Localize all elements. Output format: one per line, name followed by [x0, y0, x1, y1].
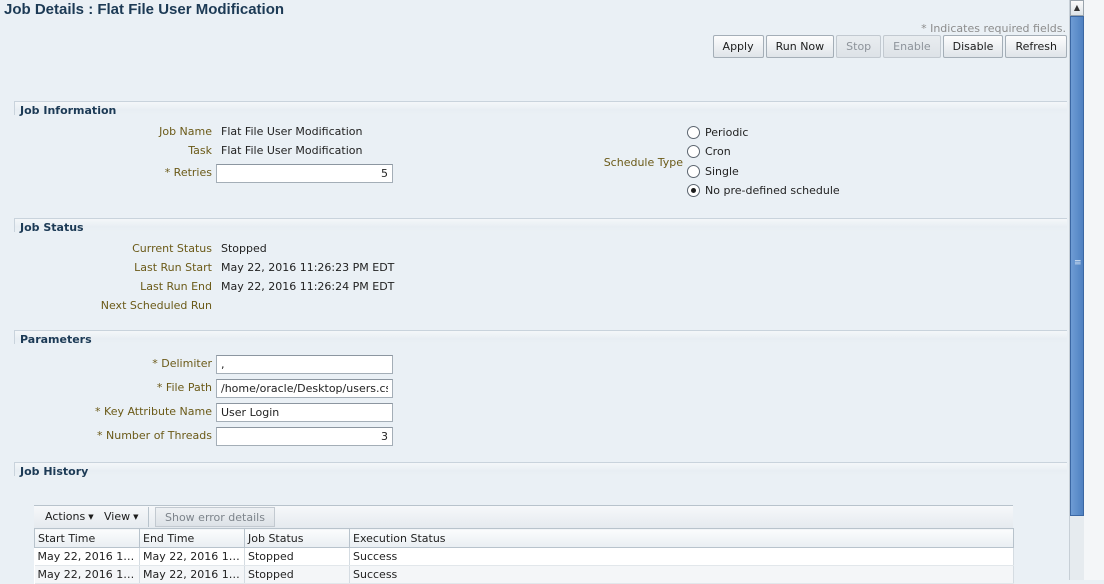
delimiter-input[interactable] — [216, 355, 393, 374]
last-run-end-value: May 22, 2016 11:26:24 PM EDT — [221, 280, 395, 293]
job-history-header-bar — [14, 462, 1067, 476]
cell-start-time: May 22, 2016 11:... — [34, 547, 140, 566]
file-path-label: * File Path — [156, 381, 212, 394]
schedule-option-label: Periodic — [705, 126, 749, 139]
job-status-title: Job Status — [20, 221, 84, 234]
scrollbar-thumb[interactable]: ≡ — [1070, 16, 1084, 516]
refresh-button[interactable]: Refresh — [1005, 35, 1067, 58]
last-run-start-label: Last Run Start — [134, 261, 212, 274]
column-header-start-time[interactable]: Start Time — [34, 528, 140, 548]
schedule-option-label: No pre-defined schedule — [705, 184, 840, 197]
apply-button[interactable]: Apply — [712, 35, 764, 58]
view-menu-label: View — [104, 510, 131, 523]
radio-cron[interactable] — [687, 145, 700, 158]
cell-end-time: May 22, 2016 10:... — [139, 565, 245, 584]
required-fields-note: * Indicates required fields. — [921, 22, 1066, 35]
actions-menu-label: Actions — [45, 510, 86, 523]
cell-job-status: Stopped — [244, 547, 350, 566]
job-name-label: Job Name — [159, 125, 212, 138]
key-attribute-input[interactable] — [216, 403, 393, 422]
caret-down-icon: ▼ — [133, 513, 139, 521]
cell-execution-status: Success — [349, 547, 1014, 566]
number-of-threads-label: * Number of Threads — [97, 429, 212, 442]
column-header-job-status[interactable]: Job Status — [244, 528, 350, 548]
column-header-execution-status[interactable]: Execution Status — [349, 528, 1014, 548]
number-of-threads-input[interactable] — [216, 427, 393, 446]
schedule-option-label: Cron — [705, 145, 731, 158]
job-history-table: Start Time End Time Job Status Execution… — [34, 528, 1014, 584]
cell-execution-status: Success — [349, 565, 1014, 584]
table-row[interactable]: May 22, 2016 10:... May 22, 2016 10:... … — [34, 565, 1014, 584]
parameters-title: Parameters — [20, 333, 92, 346]
cell-start-time: May 22, 2016 10:... — [34, 565, 140, 584]
job-status-header-bar — [14, 218, 1067, 232]
column-header-end-time[interactable]: End Time — [139, 528, 245, 548]
cell-job-status: Stopped — [244, 565, 350, 584]
stop-button[interactable]: Stop — [836, 35, 882, 58]
table-row[interactable]: May 22, 2016 11:... May 22, 2016 11:... … — [34, 547, 1014, 566]
caret-down-icon: ▼ — [88, 513, 94, 521]
current-status-value: Stopped — [221, 242, 267, 255]
disable-button[interactable]: Disable — [942, 35, 1004, 58]
enable-button[interactable]: Enable — [883, 35, 941, 58]
schedule-option-single[interactable]: Single — [687, 165, 739, 178]
page-title: Job Details : Flat File User Modificatio… — [4, 1, 285, 18]
task-label: Task — [188, 144, 212, 157]
schedule-option-label: Single — [705, 165, 739, 178]
view-menu[interactable]: View ▼ — [104, 510, 139, 523]
toolbar-separator — [148, 507, 149, 527]
retries-label: * Retries — [164, 166, 212, 179]
retries-input[interactable] — [216, 164, 393, 183]
delimiter-label: * Delimiter — [152, 357, 212, 370]
radio-periodic[interactable] — [687, 126, 700, 139]
table-header-row: Start Time End Time Job Status Execution… — [34, 528, 1014, 548]
schedule-type-label: Schedule Type — [603, 156, 683, 169]
next-scheduled-run-label: Next Scheduled Run — [100, 299, 212, 312]
schedule-option-cron[interactable]: Cron — [687, 145, 731, 158]
parameters-header-bar — [14, 330, 1067, 344]
run-now-button[interactable]: Run Now — [765, 35, 835, 58]
cell-end-time: May 22, 2016 11:... — [139, 547, 245, 566]
chevron-up-icon[interactable]: ▲ — [1070, 0, 1084, 16]
current-status-label: Current Status — [132, 242, 212, 255]
schedule-option-none[interactable]: No pre-defined schedule — [687, 184, 840, 197]
job-toolbar: Apply Run Now Stop Enable Disable Refres… — [712, 35, 1067, 58]
last-run-start-value: May 22, 2016 11:26:23 PM EDT — [221, 261, 395, 274]
job-information-title: Job Information — [20, 104, 117, 117]
last-run-end-label: Last Run End — [140, 280, 212, 293]
task-value: Flat File User Modification — [221, 144, 363, 157]
vertical-scrollbar[interactable]: ▲ ≡ — [1069, 0, 1084, 580]
key-attribute-label: * Key Attribute Name — [95, 405, 212, 418]
radio-single[interactable] — [687, 165, 700, 178]
job-name-value: Flat File User Modification — [221, 125, 363, 138]
file-path-input[interactable] — [216, 379, 393, 398]
actions-menu[interactable]: Actions ▼ — [45, 510, 94, 523]
scroll-grip-icon: ≡ — [1074, 258, 1082, 268]
radio-no-predefined-schedule[interactable] — [687, 184, 700, 197]
show-error-details-button[interactable]: Show error details — [155, 507, 275, 527]
job-information-header-bar — [14, 101, 1067, 115]
window-gutter — [1084, 0, 1104, 580]
schedule-option-periodic[interactable]: Periodic — [687, 126, 748, 139]
job-history-title: Job History — [20, 465, 89, 478]
